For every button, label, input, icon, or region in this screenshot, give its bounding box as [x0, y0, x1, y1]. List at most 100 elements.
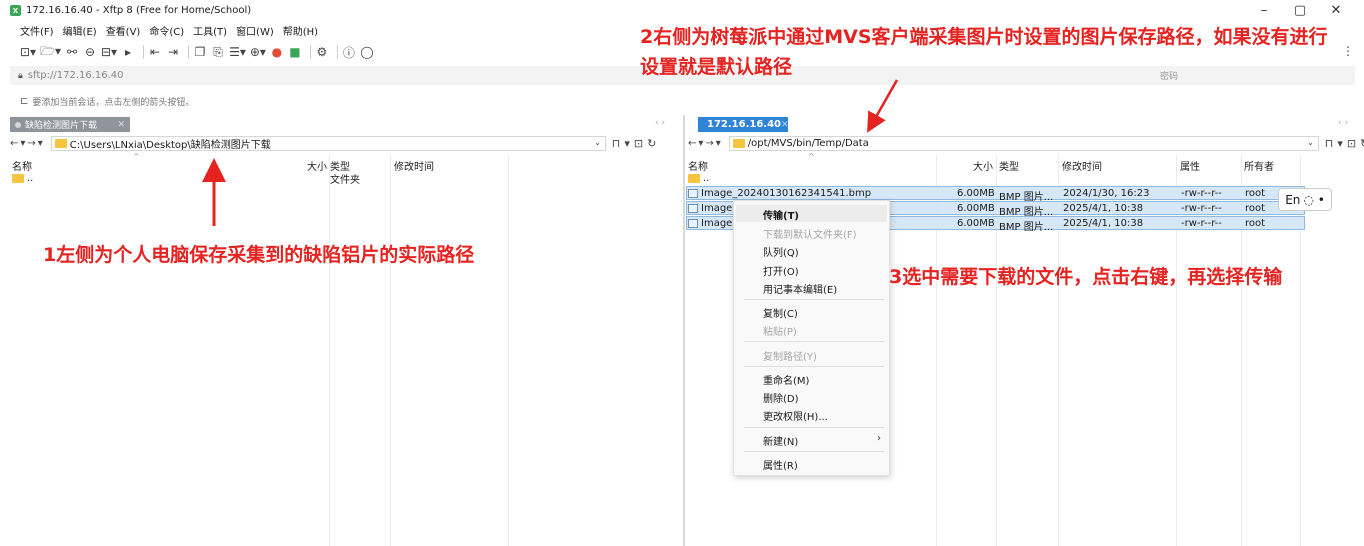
tab-scroll-arrows[interactable]: ‹ › — [1338, 118, 1348, 128]
sort-caret-icon: ^ — [808, 152, 815, 161]
title-bar: X 172.16.16.40 - Xftp 8 (Free for Home/S… — [0, 0, 1364, 21]
menu-item-delete[interactable]: 删除(D) — [763, 390, 799, 405]
tab-close-icon[interactable]: ✕ — [781, 120, 789, 130]
menu-command[interactable]: 命令(C) — [149, 23, 184, 38]
file-modified-cell: 2025/4/1, 10:38 — [1063, 218, 1144, 229]
local-path-input[interactable]: C:\Users\LNxia\Desktop\缺陷检测图片下载 ⌄ — [50, 136, 606, 151]
menu-tools[interactable]: 工具(T) — [193, 23, 227, 38]
annotation-one: 1左侧为个人电脑保存采集到的缺陷铝片的实际路径 — [43, 244, 475, 266]
nav-back-forward-icon[interactable]: ←▾→▾ — [10, 138, 45, 149]
column-name[interactable]: 名称 — [12, 158, 32, 173]
hint-text: 要添加当前会话，点击左侧的箭头按钮。 — [32, 97, 195, 108]
menu-item-edit-notepad[interactable]: 用记事本编辑(E) — [763, 281, 837, 296]
transfer-right-icon[interactable]: ⇥ — [166, 43, 180, 61]
local-file-pane: ^ 名称 大小 类型 修改时间 .. 文件夹 — [10, 152, 682, 546]
new-session-icon[interactable]: ⊡▾ — [20, 43, 36, 61]
menu-item-transfer[interactable]: 传输(T) — [763, 207, 799, 222]
globe-icon[interactable]: ⊕▾ — [250, 43, 266, 61]
column-name[interactable]: 名称 — [688, 158, 708, 173]
path-tools-icons[interactable]: ⊓▾⊡↻ — [1325, 137, 1364, 150]
chevron-down-icon[interactable]: ⌄ — [1307, 138, 1314, 147]
toolbar-divider — [143, 45, 145, 59]
menu-file[interactable]: 文件(F) — [20, 23, 54, 38]
menu-item-permissions[interactable]: 更改权限(H)... — [763, 408, 828, 423]
menu-item-properties[interactable]: 属性(R) — [763, 457, 798, 472]
window-title: 172.16.16.40 - Xftp 8 (Free for Home/Sch… — [26, 5, 252, 16]
column-modified[interactable]: 修改时间 — [1062, 158, 1102, 173]
address-input[interactable]: sftp://172.16.16.40 — [28, 70, 124, 81]
menu-item-new[interactable]: 新建(N) — [763, 433, 798, 448]
copy-icon[interactable]: ❐ — [193, 43, 207, 61]
column-divider — [390, 155, 391, 546]
remote-path-bar: ←▾→▾ /opt/MVS/bin/Temp/Data ⌄ ⊓▾⊡↻ — [688, 135, 1364, 152]
column-owner[interactable]: 所有者 — [1244, 158, 1274, 173]
menu-item-paste[interactable]: 粘贴(P) — [763, 323, 797, 338]
menu-item-download-default[interactable]: 下载到默认文件夹(F) — [763, 226, 857, 241]
menu-item-copy[interactable]: 复制(C) — [763, 305, 798, 320]
close-button[interactable]: ✕ — [1318, 0, 1354, 21]
pane-divider[interactable] — [683, 115, 685, 546]
nav-back-forward-icon[interactable]: ←▾→▾ — [688, 138, 723, 149]
xshell-icon[interactable]: ● — [270, 43, 284, 61]
play-icon[interactable]: ▸ — [121, 43, 135, 61]
toolbar-divider — [336, 45, 338, 59]
file-size-cell: 6.00MB — [957, 203, 995, 214]
path-tools-icons[interactable]: ⊓▾⊡↻ — [612, 137, 661, 150]
bmp-file-icon — [688, 218, 698, 228]
menu-hover-highlight — [736, 205, 887, 222]
menu-item-rename[interactable]: 重命名(M) — [763, 372, 809, 387]
window-controls: – ▢ ✕ — [1246, 0, 1354, 21]
link-icon[interactable]: ⊖ — [83, 43, 97, 61]
tab-local-label: 缺陷检测图片下载 — [25, 121, 98, 131]
table-row[interactable]: .. 文件夹 — [10, 172, 670, 186]
column-size[interactable]: 大小 — [973, 158, 993, 173]
menu-item-queue[interactable]: 队列(Q) — [763, 244, 799, 259]
file-owner-cell: root — [1245, 188, 1266, 199]
add-session-icon[interactable]: ⊏ — [20, 96, 28, 107]
menu-window[interactable]: 窗口(W) — [236, 23, 274, 38]
chat-icon[interactable]: ◯ — [360, 43, 374, 61]
new-window-icon[interactable]: ⊟▾ — [101, 43, 117, 61]
file-owner-cell: root — [1245, 218, 1266, 229]
parent-folder-row[interactable]: .. — [686, 172, 886, 186]
chevron-down-icon[interactable]: ⌄ — [594, 138, 601, 147]
settings-icon[interactable]: ⚙ — [315, 43, 329, 61]
column-type[interactable]: 类型 — [999, 158, 1019, 173]
column-attributes[interactable]: 属性 — [1180, 158, 1200, 173]
open-folder-icon[interactable]: 🗁▾ — [40, 43, 61, 61]
lock-icon: 🔒︎ — [18, 70, 23, 81]
tab-close-icon[interactable]: ✕ — [117, 120, 125, 130]
ime-indicator[interactable]: En ◌ • — [1278, 188, 1332, 211]
remote-path-input[interactable]: /opt/MVS/bin/Temp/Data ⌄ — [728, 136, 1319, 151]
file-attr-cell: -rw-r--r-- — [1181, 203, 1222, 214]
tab-scroll-arrows[interactable]: ‹ › — [655, 118, 665, 128]
file-name-cell: Image — [688, 218, 732, 229]
file-modified-cell: 2025/4/1, 10:38 — [1063, 203, 1144, 214]
maximize-button[interactable]: ▢ — [1282, 0, 1318, 21]
help-icon[interactable]: ⓘ — [342, 43, 356, 61]
bmp-file-icon — [688, 188, 698, 198]
disconnect-icon[interactable]: ⚯ — [65, 43, 79, 61]
file-owner-cell: root — [1245, 203, 1266, 214]
session-hint: ⊏ 要添加当前会话，点击左侧的箭头按钮。 — [20, 94, 194, 108]
table-row[interactable]: Image_20240130162341541.bmp 6.00MB BMP 图… — [686, 186, 1305, 203]
menu-help[interactable]: 帮助(H) — [283, 23, 318, 38]
more-options-icon[interactable]: ⋮ — [1342, 44, 1354, 58]
tab-remote[interactable]: 172.16.16.40 ✕ — [698, 117, 789, 132]
menu-view[interactable]: 查看(V) — [106, 23, 141, 38]
paste-icon[interactable]: ⎘ — [211, 43, 225, 61]
xftp-app-icon: X — [10, 5, 21, 16]
menu-item-copy-path[interactable]: 复制路径(Y) — [763, 348, 817, 363]
xftp-icon[interactable]: ■ — [288, 43, 302, 61]
tab-local[interactable]: 缺陷检测图片下载 ✕ — [10, 117, 130, 132]
column-size[interactable]: 大小 — [307, 158, 327, 173]
file-attr-cell: -rw-r--r-- — [1181, 218, 1222, 229]
menu-item-open[interactable]: 打开(O) — [763, 263, 799, 278]
column-modified[interactable]: 修改时间 — [394, 158, 434, 173]
list-view-icon[interactable]: ☰▾ — [229, 43, 246, 61]
menu-separator — [744, 366, 884, 367]
menu-edit[interactable]: 编辑(E) — [63, 23, 97, 38]
menu-separator — [744, 299, 884, 300]
minimize-button[interactable]: – — [1246, 0, 1282, 21]
transfer-left-icon[interactable]: ⇤ — [148, 43, 162, 61]
